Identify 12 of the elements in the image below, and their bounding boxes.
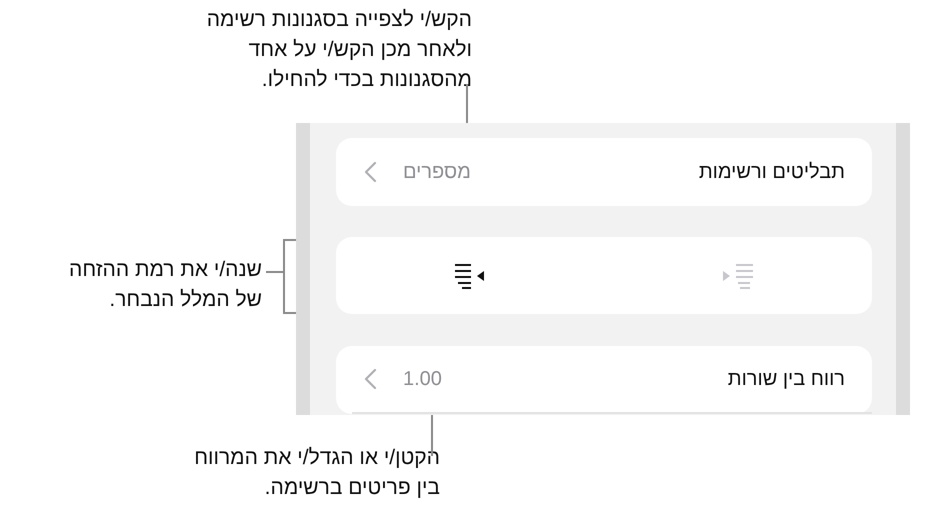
indent-icon <box>454 262 486 288</box>
callout-text: שנה/י את רמת ההזחה של המלל הנבחר. <box>69 257 262 313</box>
value-button[interactable]: מספרים <box>363 161 471 183</box>
outdent-icon <box>722 262 754 288</box>
row-label: תבליטים ורשימות <box>698 160 845 185</box>
chevron-icon <box>363 161 377 183</box>
callout-text: הקש/י לצפייה בסגנונות רשימה ולאחר מכן הקש/י על אחד מהסגנונות בכדי להחילו. <box>206 7 472 93</box>
chevron-icon <box>363 368 377 390</box>
callout-text: הקטן/י או הגדל/י את המרווח בין פריטים ברשימה. <box>194 445 440 501</box>
row-label: רווח בין שורות <box>728 367 845 392</box>
indent-button[interactable] <box>454 262 486 288</box>
value-button[interactable]: 1.00 <box>363 368 442 390</box>
